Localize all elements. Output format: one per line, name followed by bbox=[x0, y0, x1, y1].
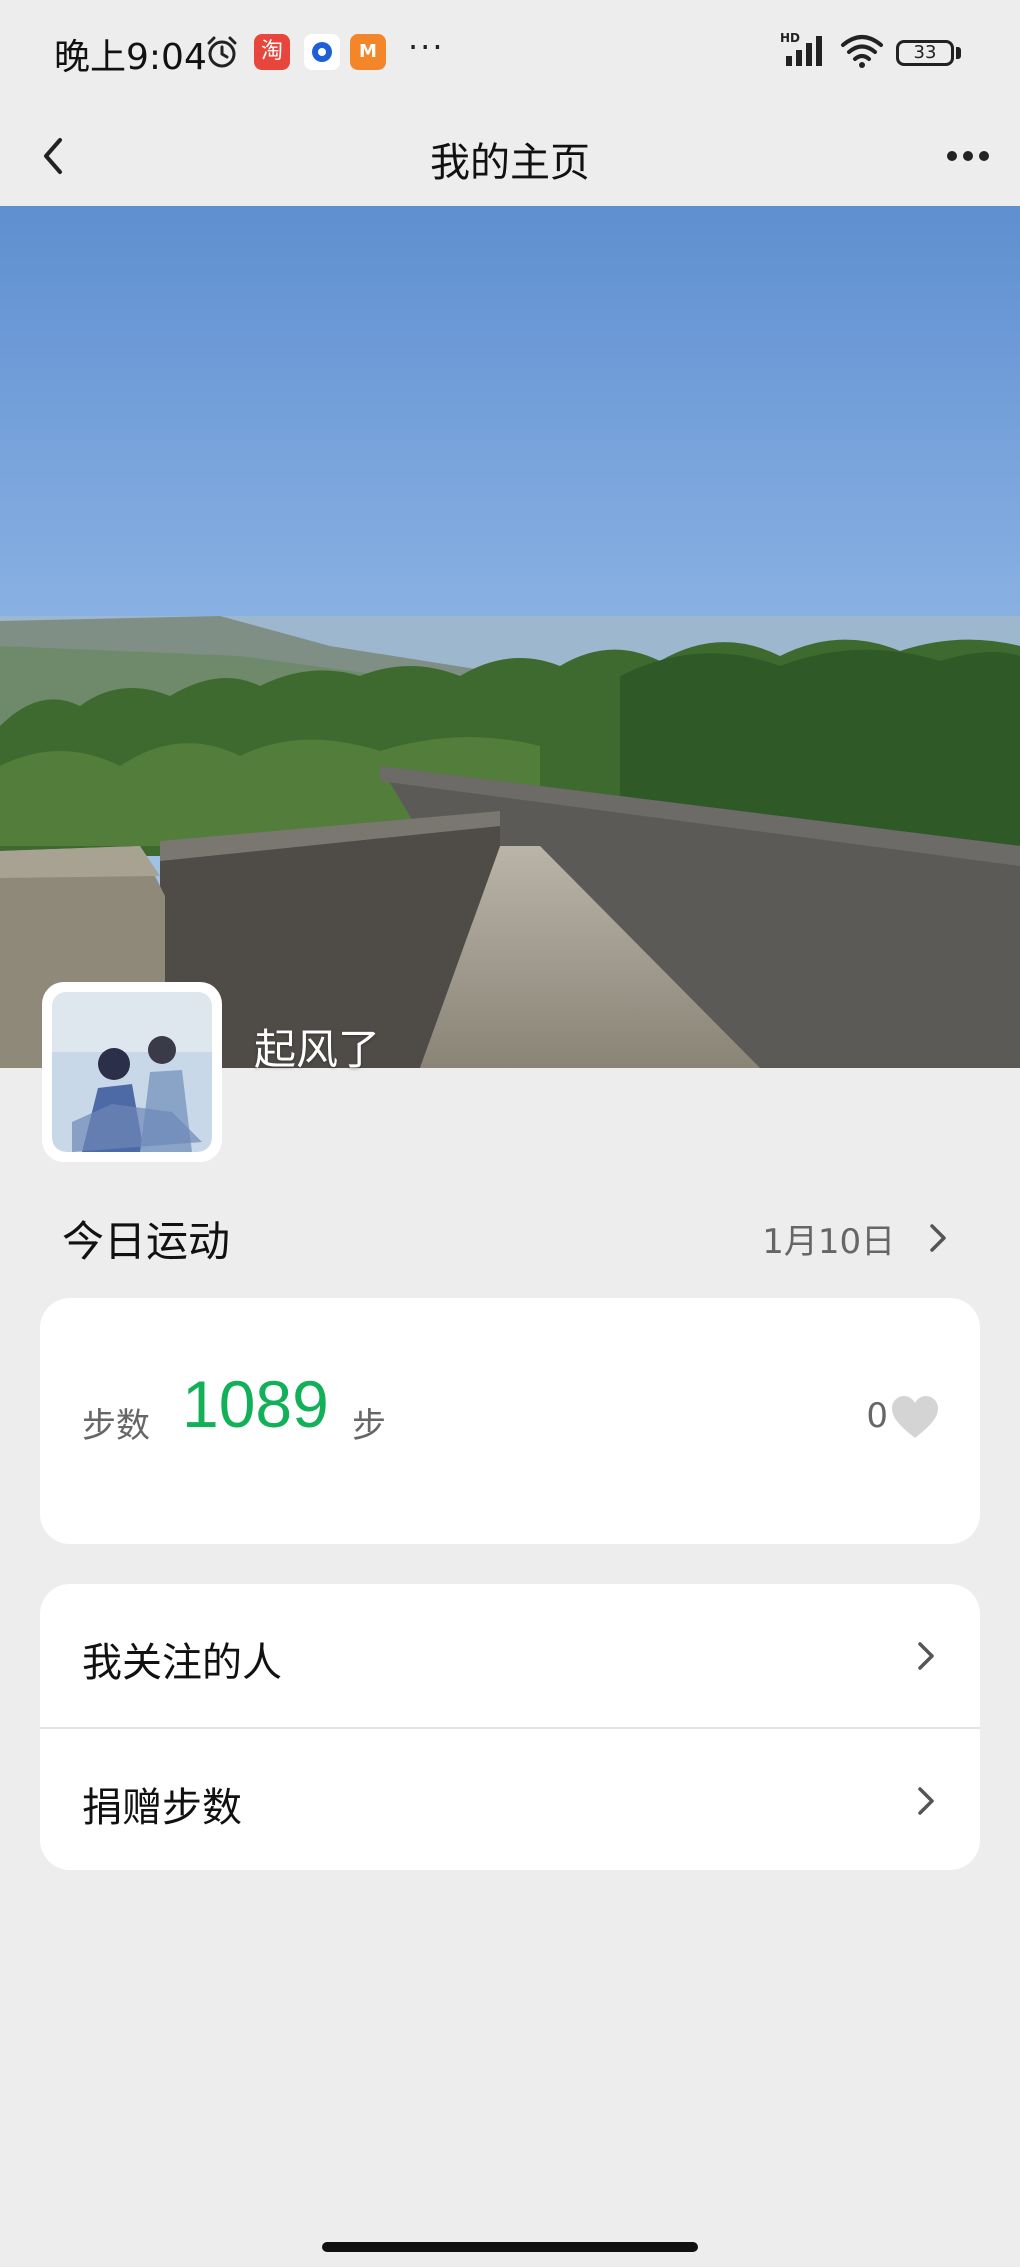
cover-photo[interactable] bbox=[0, 206, 1020, 1068]
like-count: 0 bbox=[866, 1396, 888, 1436]
more-dots-icon[interactable] bbox=[936, 124, 1000, 188]
nav-bar: 我的主页 bbox=[0, 106, 1020, 206]
page: 晚上9:04 淘 M ··· HD 33 我的主页 起风了 今日运动 1月10日… bbox=[0, 0, 1020, 2267]
step-label: 步数 bbox=[82, 1406, 150, 1446]
menu-item-following[interactable]: 我关注的人 bbox=[40, 1584, 980, 1727]
battery-tip bbox=[956, 47, 961, 59]
avatar-image bbox=[52, 992, 212, 1152]
status-bar: 晚上9:04 淘 M ··· HD 33 bbox=[0, 0, 1020, 106]
menu-item-donate-steps[interactable]: 捐赠步数 bbox=[40, 1729, 980, 1870]
alarm-icon bbox=[207, 36, 237, 68]
avatar[interactable] bbox=[42, 982, 222, 1162]
nickname: 起风了 bbox=[254, 1025, 381, 1074]
menu-list: 我关注的人 捐赠步数 bbox=[40, 1584, 980, 1870]
today-date-label: 1月10日 bbox=[762, 1222, 896, 1262]
chevron-right-icon bbox=[918, 1642, 934, 1670]
heart-icon[interactable] bbox=[890, 1394, 940, 1440]
wifi-icon bbox=[841, 35, 883, 68]
menu-item-label: 我关注的人 bbox=[82, 1640, 282, 1686]
battery-icon: 33 bbox=[896, 40, 954, 66]
blue-dot-app-icon bbox=[304, 34, 340, 70]
taobao-app-icon: 淘 bbox=[254, 34, 290, 70]
page-title: 我的主页 bbox=[430, 140, 590, 186]
cover-landscape-image bbox=[0, 206, 1020, 1068]
svg-text:HD: HD bbox=[780, 31, 800, 45]
home-indicator[interactable] bbox=[322, 2242, 698, 2252]
chevron-right-icon bbox=[918, 1787, 934, 1815]
today-exercise-title: 今日运动 bbox=[62, 1217, 231, 1266]
menu-item-label: 捐赠步数 bbox=[82, 1785, 242, 1831]
status-more-notifications: ··· bbox=[408, 28, 445, 66]
hd-signal-icon: HD bbox=[780, 31, 822, 66]
mgtv-app-icon: M bbox=[350, 34, 386, 70]
step-card[interactable]: 步数 1089 步 0 bbox=[40, 1298, 980, 1544]
chevron-right-icon[interactable] bbox=[922, 1218, 954, 1258]
step-count: 1089 bbox=[182, 1367, 329, 1441]
step-unit: 步 bbox=[352, 1406, 386, 1446]
status-time: 晚上9:04 bbox=[54, 37, 207, 78]
